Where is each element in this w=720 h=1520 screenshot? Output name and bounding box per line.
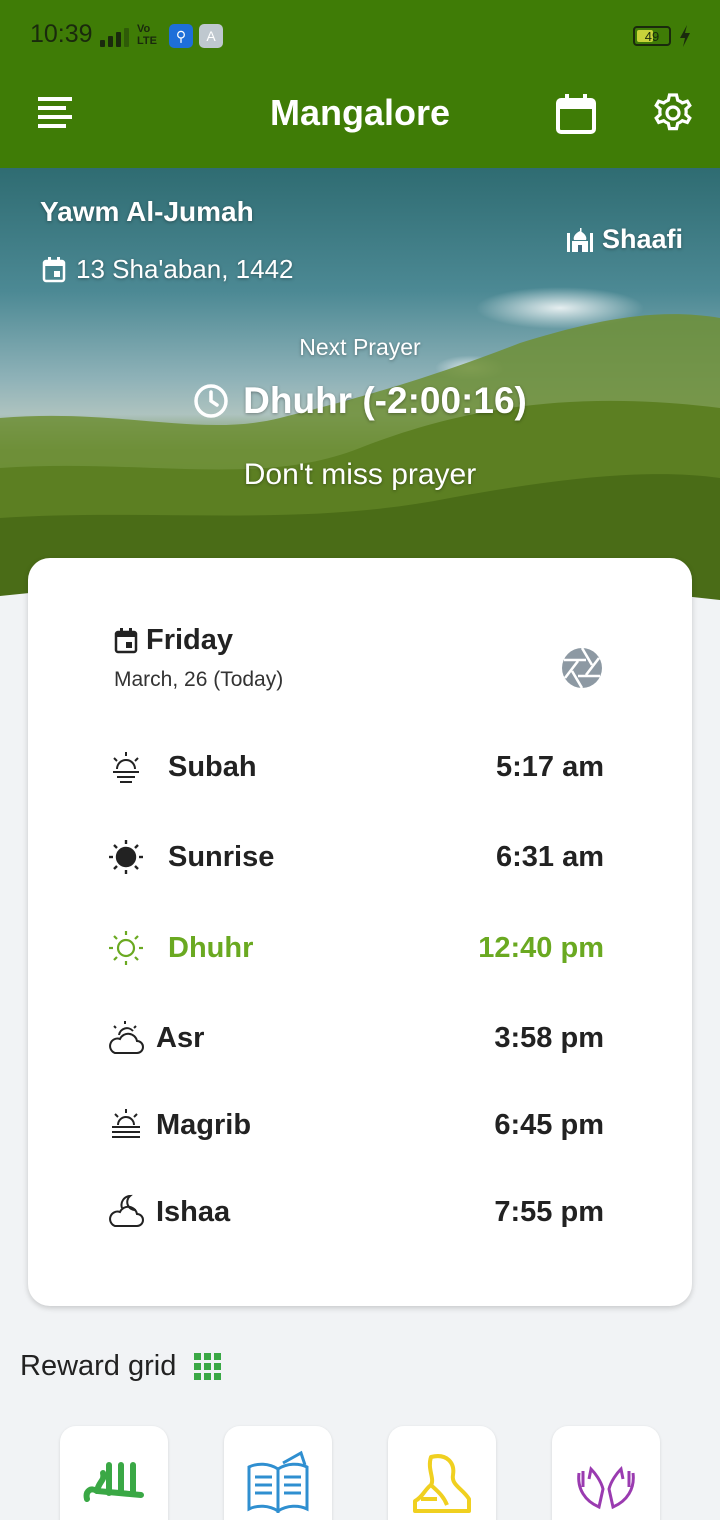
reward-tile-dua[interactable] [552,1426,660,1520]
praying-person-icon [413,1454,471,1513]
prayer-time: 3:58 pm [494,1021,604,1054]
prayer-row-dhuhr[interactable]: Dhuhr 12:40 pm [100,923,604,973]
reminder-text: Don't miss prayer [243,458,477,491]
hijri-date-row: 13 Sha'aban, 1442 [42,254,294,285]
prayer-name: Ishaa [156,1195,231,1228]
prayer-row-asr[interactable]: Asr 3:58 pm [100,1013,604,1063]
prayer-row-ishaa[interactable]: Ishaa 7:55 pm [100,1187,604,1237]
prayer-time: 6:45 pm [494,1108,604,1141]
sunrise-low-icon [100,742,152,792]
prayer-times-card: Friday March, 26 (Today) Subah 5:17 am S… [28,558,692,1306]
prayer-name: Magrib [156,1108,252,1141]
app-notification-icon: A [199,24,223,48]
prayer-name: Subah [168,750,257,783]
madhab-label: Shaafi [602,224,684,254]
mosque-icon [567,227,593,252]
open-book-icon [247,1450,309,1513]
card-day-row: Friday [114,624,233,657]
sun-outline-icon [100,923,152,973]
prayer-time: 7:55 pm [494,1195,604,1228]
prayer-name: Sunrise [168,840,275,873]
sunset-haze-icon [100,1100,152,1150]
aperture-icon[interactable] [560,646,604,690]
dua-hands-icon [577,1465,635,1510]
sun-cloud-icon [100,1013,152,1063]
prayer-time: 5:17 am [495,750,604,783]
madhab-selector[interactable]: Shaafi [566,224,683,255]
card-date: March, 26 (Today) [114,668,284,691]
allah-calligraphy-icon [83,1462,144,1502]
day-name: Yawm Al-Jumah [40,196,254,227]
reward-grid-header: Reward grid [20,1350,222,1383]
next-prayer-label: Next Prayer [299,334,421,360]
prayer-time: 6:31 am [495,840,604,873]
hijri-date: 13 Sha'aban, 1442 [76,254,294,284]
prayer-name: Dhuhr [168,931,254,964]
hero-banner: Yawm Al-Jumah 13 Sha'aban, 1442 Shaafi N… [0,168,720,608]
status-bar: 10:39 Vo LTE ⚲ A 49 [0,0,720,72]
gear-icon[interactable] [650,90,696,136]
calendar-icon [114,627,138,653]
next-prayer-row: Dhuhr (-2:00:16) [0,380,720,422]
clock-icon [194,384,228,418]
charging-icon [680,25,690,47]
reward-tile-allah[interactable] [60,1426,168,1520]
prayer-name: Asr [156,1021,205,1054]
reward-tile-book[interactable] [224,1426,332,1520]
moon-cloud-icon [100,1187,152,1237]
signal-icon [100,25,129,47]
calendar-icon[interactable] [554,92,598,136]
volte-icon: Vo LTE [137,23,157,47]
prayer-row-subah[interactable]: Subah 5:17 am [100,742,604,792]
status-time: 10:39 [30,20,93,48]
prayer-row-magrib[interactable]: Magrib 6:45 pm [100,1100,604,1150]
prayer-time: 12:40 pm [478,931,604,964]
reward-tile-prayer[interactable] [388,1426,496,1520]
next-prayer-countdown: Dhuhr (-2:00:16) [243,380,527,421]
reward-grid-title: Reward grid [20,1350,177,1382]
usb-notification-icon: ⚲ [169,24,193,48]
battery-icon: 49 [633,26,671,46]
prayer-row-sunrise[interactable]: Sunrise 6:31 am [100,832,604,882]
app-bar: Mangalore [0,72,720,168]
page-title: Mangalore [269,92,451,133]
calendar-icon [42,256,66,282]
grid-icon[interactable] [194,1352,222,1381]
card-day: Friday [146,624,234,656]
sun-filled-icon [100,832,152,882]
